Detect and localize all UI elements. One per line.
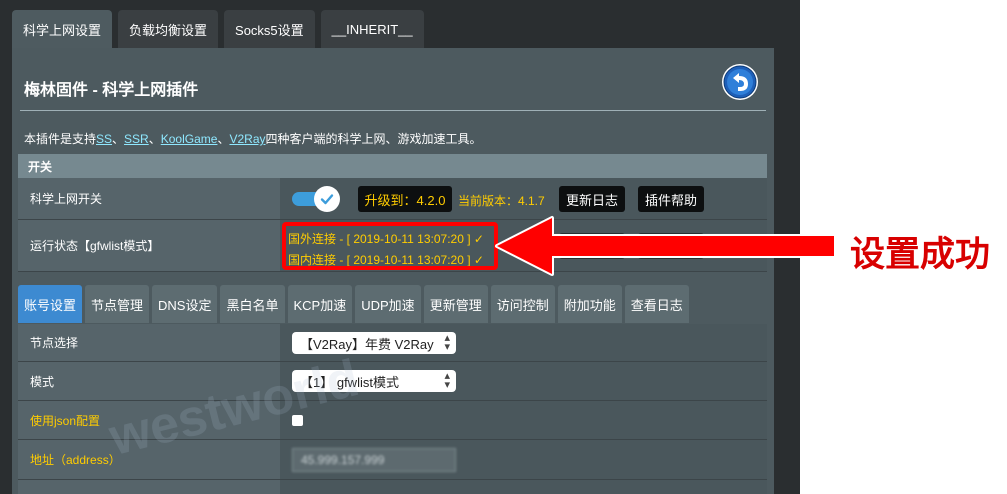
check-icon [320, 194, 334, 205]
next-row [18, 480, 767, 494]
tab-access-control[interactable]: 访问控制 [490, 285, 555, 323]
tab-update-management[interactable]: 更新管理 [423, 285, 488, 323]
page-title: 梅林固件 - 科学上网插件 [24, 82, 199, 99]
tab-account-settings[interactable]: 账号设置 [18, 285, 83, 323]
plugin-description: 本插件是支持SS、SSR、KoolGame、V2Ray四种客户端的科学上网、游戏… [24, 130, 482, 147]
next-row-label [18, 480, 280, 494]
address-value: 45.999.157.999 [280, 440, 767, 479]
node-select-value: 【V2Ray】年费 V2Ray [300, 336, 434, 352]
top-tabbar: 科学上网设置 负载均衡设置 Socks5设置 __INHERIT__ [12, 10, 424, 48]
back-button[interactable] [722, 64, 758, 100]
updown-arrow-icon: ▴ ▾ [444, 370, 450, 391]
address-input[interactable]: 45.999.157.999 [292, 448, 456, 472]
desc-suffix: 四种客户端的科学上网、游戏加速工具。 [265, 132, 482, 146]
status-highlight-box [282, 222, 498, 270]
tab-socks5[interactable]: Socks5设置 [224, 10, 315, 48]
plugin-help-button[interactable]: 插件帮助 [638, 186, 704, 212]
upgrade-button[interactable]: 升级到：4.2.0 [358, 186, 452, 212]
switch-value: 升级到：4.2.0 当前版本：4.1.7 更新日志 插件帮助 [280, 178, 767, 219]
next-row-value [280, 480, 767, 494]
tab-kcp[interactable]: KCP加速 [287, 285, 353, 323]
node-row: 节点选择 【V2Ray】年费 V2Ray ▴ ▾ [18, 324, 767, 362]
node-label: 节点选择 [18, 324, 280, 361]
section-title: 开关 [28, 159, 53, 174]
link-ssr[interactable]: SSR [124, 132, 149, 146]
switch-label: 科学上网开关 [18, 178, 280, 219]
tab-load-balance[interactable]: 负载均衡设置 [118, 10, 219, 48]
toggle-knob [314, 186, 340, 212]
tab-node-management[interactable]: 节点管理 [85, 285, 150, 323]
back-arrow-icon [723, 65, 757, 99]
annotation-label: 设置成功 [850, 235, 991, 274]
tab-extra-features[interactable]: 附加功能 [557, 285, 622, 323]
desc-prefix: 本插件是支持 [24, 132, 97, 146]
desc-sep: 、 [217, 132, 230, 146]
tab-blacklist-whitelist[interactable]: 黑白名单 [220, 285, 285, 323]
section-switch-header: 开关 [18, 154, 767, 178]
node-select[interactable]: 【V2Ray】年费 V2Ray ▴ ▾ [292, 332, 456, 354]
proxy-toggle[interactable] [292, 186, 342, 212]
tab-inherit[interactable]: __INHERIT__ [320, 10, 424, 48]
tab-view-logs[interactable]: 查看日志 [624, 285, 689, 323]
current-version: 当前版本：4.1.7 [458, 194, 545, 208]
updown-arrow-icon: ▴ ▾ [444, 332, 450, 353]
sub-tabbar: 账号设置 节点管理 DNS设定 黑白名单 KCP加速 UDP加速 更新管理 访问… [18, 285, 689, 323]
link-v2ray[interactable]: V2Ray [229, 132, 265, 146]
annotation-arrow-icon [495, 216, 836, 276]
node-value: 【V2Ray】年费 V2Ray ▴ ▾ [280, 324, 767, 361]
desc-sep: 、 [112, 132, 125, 146]
link-koolgame[interactable]: KoolGame [161, 132, 218, 146]
link-ss[interactable]: SS [96, 132, 112, 146]
tab-proxy-settings[interactable]: 科学上网设置 [12, 10, 113, 48]
status-label: 运行状态【gfwlist模式】 [18, 220, 280, 271]
mode-row: 模式 【1】 gfwlist模式 ▴ ▾ [18, 362, 767, 401]
changelog-button[interactable]: 更新日志 [559, 186, 625, 212]
tab-dns[interactable]: DNS设定 [152, 285, 218, 323]
tab-udp[interactable]: UDP加速 [355, 285, 421, 323]
title-divider [20, 110, 766, 111]
desc-sep: 、 [148, 132, 161, 146]
